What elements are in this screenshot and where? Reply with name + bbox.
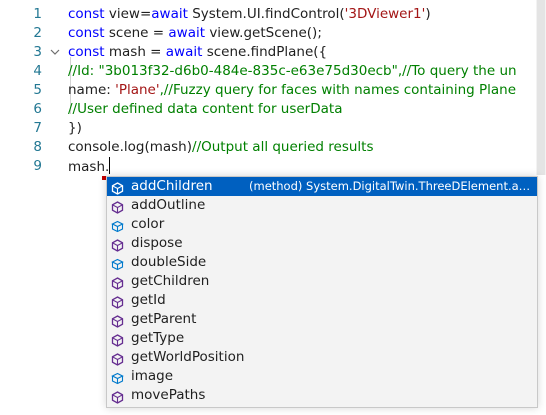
code-token: await [168, 25, 210, 41]
code-token: view.getScene(); [209, 25, 322, 41]
suggestion-label: getParent [131, 311, 197, 327]
code-token: 'Plane' [115, 82, 160, 98]
suggestion-label: image [131, 368, 174, 384]
code-text[interactable]: //Id: "3b013f32-d6b0-484e-835c-e63e75d30… [68, 62, 517, 81]
line-number: 3 [33, 44, 42, 60]
code-token: const [68, 6, 109, 22]
suggestion-label: movePaths [131, 387, 206, 403]
code-line[interactable]: 6 //User defined data content for userDa… [0, 100, 546, 119]
suggestion-label: addChildren [131, 178, 213, 194]
suggestion-label: getChildren [131, 273, 210, 289]
suggestion-widget[interactable]: addChildren (method) System.DigitalTwin.T… [106, 176, 538, 408]
suggestion-item-getChildren[interactable]: getChildren [107, 272, 537, 291]
code-token: ) [425, 6, 431, 22]
code-token: ,//Fuzzy query for faces with names cont… [159, 82, 517, 98]
method-icon [111, 351, 124, 366]
suggestion-item-doubleSide[interactable]: doubleSide [107, 253, 537, 272]
suggestion-item-addChildren[interactable]: addChildren (method) System.DigitalTwin.T… [107, 177, 537, 196]
suggestion-item-dispose[interactable]: dispose [107, 234, 537, 253]
code-text[interactable]: const view=await System.UI.findControl('… [68, 5, 431, 24]
suggestion-item-addOutline[interactable]: addOutline [107, 196, 537, 215]
property-icon [111, 370, 124, 385]
suggestion-item-getWorldPosition[interactable]: getWorldPosition [107, 348, 537, 367]
method-icon [111, 313, 124, 328]
line-number: 5 [33, 82, 42, 98]
code-line[interactable]: 4 //Id: "3b013f32-d6b0-484e-835c-e63e75d… [0, 62, 546, 81]
code-text[interactable]: //User defined data content for userData [68, 100, 342, 119]
code-line[interactable]: 2 const scene = await view.getScene(); [0, 24, 546, 43]
property-icon [111, 256, 124, 271]
suggestion-item-getType[interactable]: getType [107, 329, 537, 348]
code-line[interactable]: 5 name: 'Plane',//Fuzzy query for faces … [0, 81, 546, 100]
code-line[interactable]: 1 const view=await System.UI.findControl(… [0, 5, 546, 24]
code-line[interactable]: 8 console.log(mash)//Output all queried r… [0, 138, 546, 157]
line-number: 9 [33, 158, 42, 174]
code-token: name: [68, 82, 116, 98]
code-token: mash. [68, 159, 110, 175]
code-token: }) [68, 120, 82, 136]
code-token: //Output all queried results [192, 139, 374, 155]
suggestion-item-movePaths[interactable]: movePaths [107, 386, 537, 405]
code-token: mash = [108, 44, 166, 60]
suggestion-detail: (method) System.DigitalTwin.ThreeDElemen… [249, 179, 531, 193]
line-number: 4 [33, 63, 42, 79]
code-token: scene = [108, 25, 169, 41]
method-icon [111, 294, 124, 309]
suggestion-label: getId [131, 292, 166, 308]
code-token: const [68, 25, 109, 41]
suggestion-label: dispose [131, 235, 183, 251]
line-number: 2 [33, 25, 42, 41]
code-text[interactable]: mash. [68, 157, 111, 177]
method-icon [111, 389, 124, 404]
suggestion-label: getWorldPosition [131, 349, 245, 365]
line-number: 7 [33, 120, 42, 136]
fold-chevron-icon[interactable] [49, 43, 63, 62]
code-token: System.UI.findControl( [192, 6, 345, 22]
code-token: await [151, 6, 193, 22]
code-text[interactable]: console.log(mash)//Output all queried re… [68, 138, 374, 157]
method-icon [111, 332, 124, 347]
code-token: //User defined data content for userData [68, 101, 343, 117]
code-text[interactable]: name: 'Plane',//Fuzzy query for faces wi… [68, 81, 516, 100]
code-token: '3DViewer1' [344, 6, 426, 22]
code-text[interactable]: const mash = await scene.findPlane({ [68, 43, 327, 62]
line-number: 6 [33, 101, 42, 117]
code-line[interactable]: 3 const mash = await scene.findPlane({ [0, 43, 546, 62]
code-token: view= [108, 6, 152, 22]
method-icon [111, 180, 124, 195]
suggestion-label: doubleSide [131, 254, 207, 270]
suggestion-item-image[interactable]: image [107, 367, 537, 386]
method-icon [111, 237, 124, 252]
line-number: 1 [33, 6, 42, 22]
code-line[interactable]: 9 mash. [0, 157, 546, 176]
suggestion-label: color [131, 216, 165, 232]
code-token: await [165, 44, 207, 60]
code-text[interactable]: }) [68, 119, 82, 138]
method-icon [111, 199, 124, 214]
suggestion-item-color[interactable]: color [107, 215, 537, 234]
line-number: 8 [33, 139, 42, 155]
code-text[interactable]: const scene = await view.getScene(); [68, 24, 322, 43]
code-token: //Id: "3b013f32-d6b0-484e-835c-e63e75d30… [68, 63, 517, 79]
text-cursor [109, 157, 111, 174]
suggestion-label: addOutline [131, 197, 206, 213]
code-line[interactable]: 7}) [0, 119, 546, 138]
code-token: console.log(mash) [68, 139, 193, 155]
suggestion-label: getType [131, 330, 185, 346]
suggestion-item-getId[interactable]: getId [107, 291, 537, 310]
property-icon [111, 218, 124, 233]
code-token: scene.findPlane({ [206, 44, 328, 60]
method-icon [111, 275, 124, 290]
suggestion-item-getParent[interactable]: getParent [107, 310, 537, 329]
code-token: const [68, 44, 109, 60]
